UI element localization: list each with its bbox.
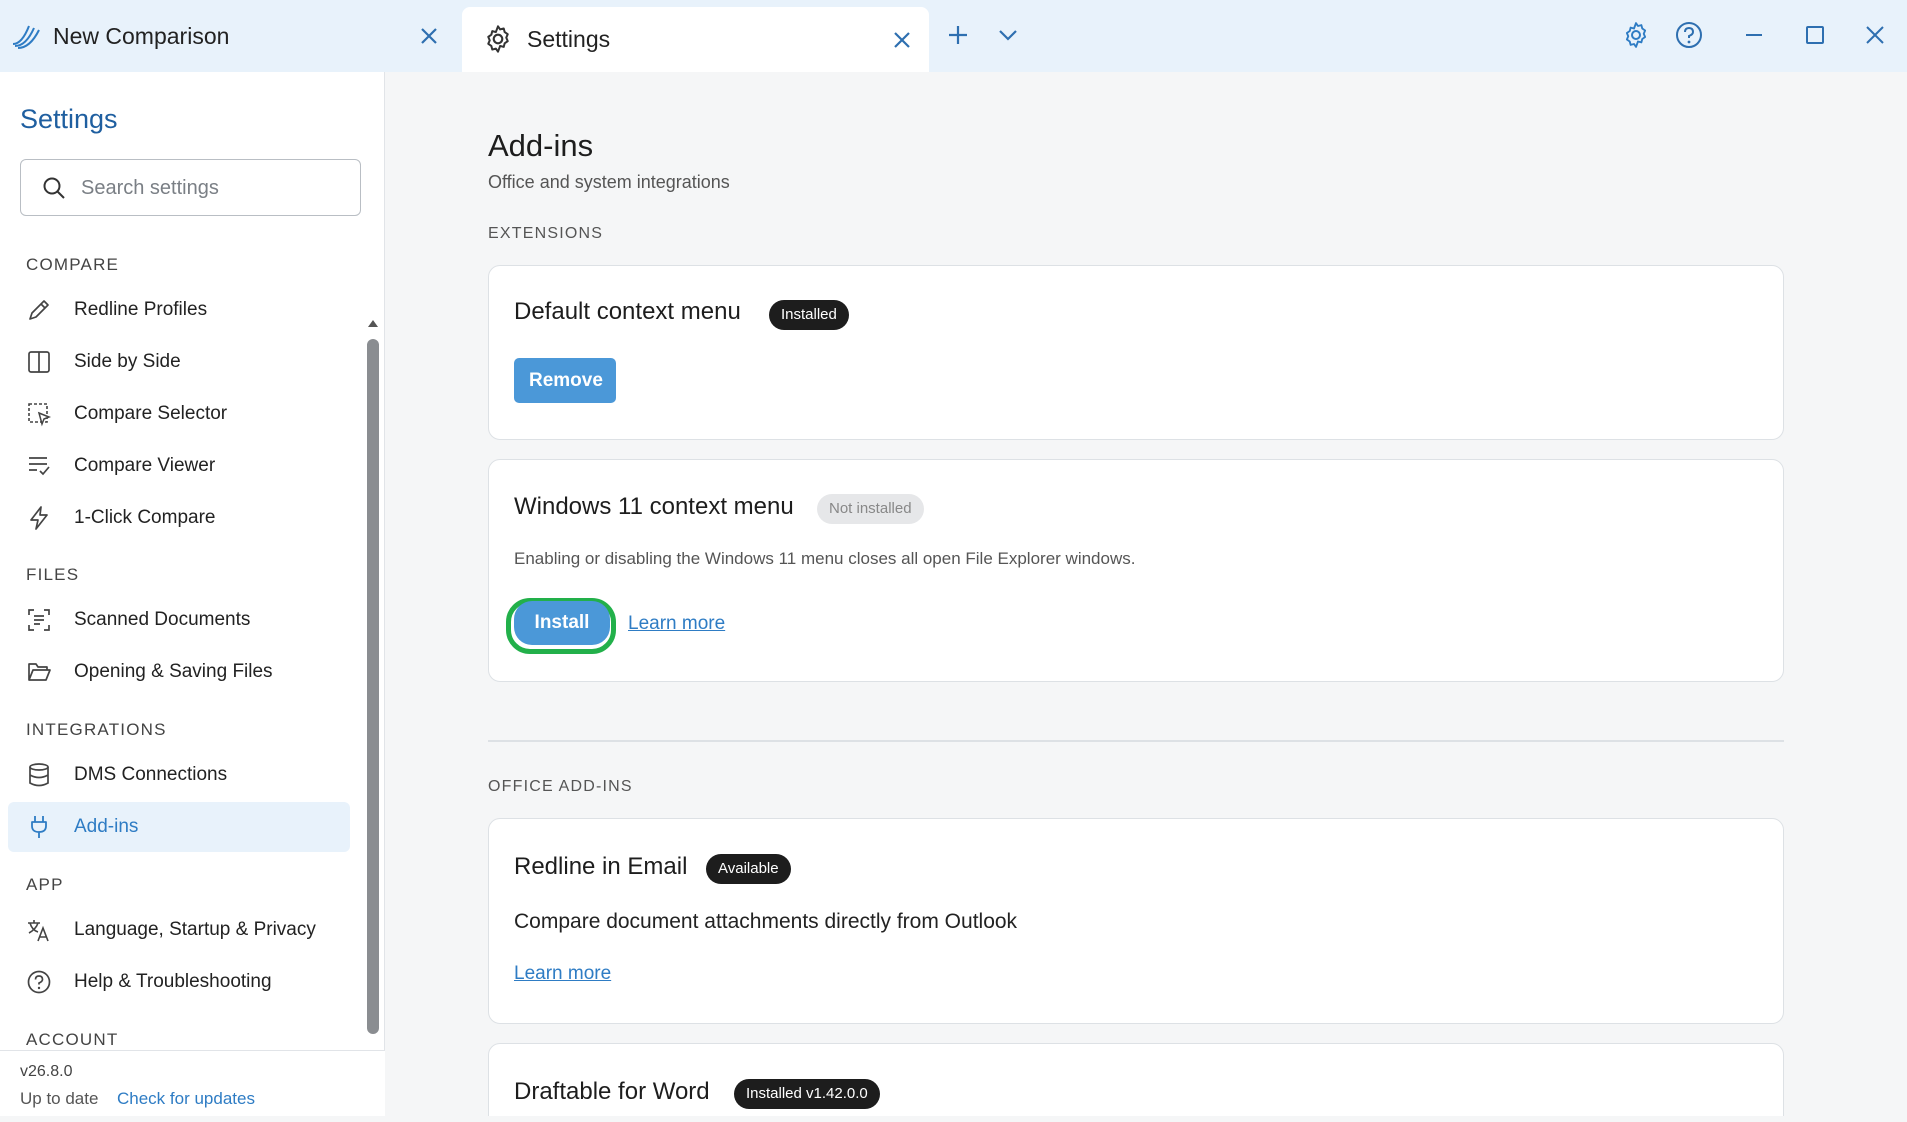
maximize-icon [1806,26,1824,44]
tab-title: New Comparison [53,22,230,49]
database-icon [29,763,49,787]
sidebar-item-label: Language, Startup & Privacy [74,919,316,940]
page-title: Add-ins [488,128,594,163]
section-heading-compare: COMPARE [26,255,120,274]
sidebar-item-label: Scanned Documents [74,609,251,630]
help-icon [1676,22,1702,48]
folder-open-icon [28,663,51,681]
sidebar-item-compare-viewer[interactable]: Compare Viewer [8,441,350,491]
section-heading-app: APP [26,875,64,894]
search-box[interactable] [20,159,361,216]
sidebar-nav: COMPARE Redline Profiles Side by Side Co… [0,237,365,1122]
sidebar-item-side-by-side[interactable]: Side by Side [8,337,350,387]
sidebar-item-help[interactable]: Help & Troubleshooting [8,957,350,1007]
sidebar-item-label: Redline Profiles [74,299,208,320]
tab-bar: New Comparison Settings [0,0,1907,72]
columns-icon [28,351,50,373]
chevron-down-icon [999,30,1017,41]
plug-icon [31,816,47,838]
translate-icon [28,920,49,942]
sidebar-item-label: Opening & Saving Files [74,661,273,682]
sidebar-item-1-click-compare[interactable]: 1-Click Compare [8,493,350,543]
close-window-button[interactable] [1857,17,1893,53]
close-icon[interactable] [416,23,442,49]
card-description: Compare document attachments directly fr… [514,910,1018,933]
tab-title: Settings [527,26,611,52]
close-icon [1866,26,1884,44]
sidebar-item-label: Compare Viewer [74,455,216,476]
sidebar-item-label: Add-ins [74,816,139,837]
sidebar-scrollbar[interactable] [366,244,380,1114]
settings-content: Add-ins Office and system integrations E… [386,72,1888,1116]
remove-button[interactable]: Remove [514,358,616,403]
section-heading-integrations: INTEGRATIONS [26,720,167,739]
status-badge: Installed [769,300,849,330]
section-heading-office-add-ins: OFFICE ADD-INS [488,778,633,795]
card-default-context-menu: Default context menu Installed Remove [488,265,1784,440]
search-icon [43,177,65,199]
update-status: Up to date [20,1089,99,1108]
section-divider [488,740,1784,742]
card-redline-in-email: Redline in Email Available Compare docum… [488,818,1784,1024]
sidebar-item-label: Side by Side [74,351,181,372]
help-button[interactable] [1671,17,1707,53]
gear-icon [482,23,514,55]
section-heading-files: FILES [26,565,80,584]
plus-icon [949,26,967,44]
scroll-up-arrow-icon [368,320,378,327]
sidebar-title: Settings [20,104,118,134]
sidebar-item-label: Help & Troubleshooting [74,971,272,992]
sidebar-item-label: 1-Click Compare [74,507,216,528]
settings-button[interactable] [1618,17,1654,53]
page-subtitle: Office and system integrations [488,172,730,192]
gear-icon [1625,22,1647,48]
section-heading-account: ACCOUNT [26,1030,119,1049]
status-badge: Available [706,854,791,884]
draftable-logo-icon [12,24,42,50]
maximize-button[interactable] [1797,17,1833,53]
version-label: v26.8.0 [20,1063,73,1080]
card-description: Enabling or disabling the Windows 11 men… [514,549,1136,568]
learn-more-link[interactable]: Learn more [514,963,611,985]
sidebar-item-label: Compare Selector [74,403,228,424]
minimize-button[interactable] [1736,17,1772,53]
card-windows11-context-menu: Windows 11 context menu Not installed En… [488,459,1784,682]
sidebar-item-opening-saving[interactable]: Opening & Saving Files [8,647,350,697]
sidebar-item-scanned-documents[interactable]: Scanned Documents [8,595,350,645]
status-badge: Not installed [817,494,924,524]
search-input[interactable] [79,172,349,204]
sidebar-item-label: DMS Connections [74,764,228,785]
tab-list-button[interactable] [990,17,1026,53]
close-icon[interactable] [889,27,915,53]
lightning-icon [30,506,48,530]
sidebar-item-redline-profiles[interactable]: Redline Profiles [8,285,350,335]
pen-icon [29,300,49,320]
card-title: Draftable for Word [514,1078,710,1105]
status-badge: Installed v1.42.0.0 [734,1079,880,1109]
card-title: Windows 11 context menu [514,493,794,520]
select-cursor-icon [28,403,52,427]
new-tab-button[interactable] [940,17,976,53]
tab-settings[interactable]: Settings [462,7,929,72]
list-check-icon [29,457,50,476]
check-for-updates-link[interactable]: Check for updates [117,1089,255,1109]
help-icon [27,970,51,994]
card-title: Default context menu [514,298,741,325]
scan-icon [28,609,50,631]
card-title: Redline in Email [514,853,688,880]
sidebar-item-dms-connections[interactable]: DMS Connections [8,750,350,800]
sidebar-scrollbar-thumb[interactable] [367,339,379,1034]
sidebar-footer: v26.8.0 Up to date Check for updates [0,1050,385,1116]
learn-more-link[interactable]: Learn more [628,613,725,635]
sidebar-item-add-ins[interactable]: Add-ins [8,802,350,852]
install-button[interactable]: Install [514,601,610,645]
card-draftable-for-word: Draftable for Word Installed v1.42.0.0 [488,1043,1784,1116]
tab-new-comparison[interactable]: New Comparison [0,0,460,72]
sidebar-item-language[interactable]: Language, Startup & Privacy [8,905,350,955]
sidebar-item-compare-selector[interactable]: Compare Selector [8,389,350,439]
minimize-icon [1746,34,1762,36]
settings-sidebar: Settings COMPARE Redline Profiles Side b… [0,72,385,1116]
section-heading-extensions: EXTENSIONS [488,225,604,242]
